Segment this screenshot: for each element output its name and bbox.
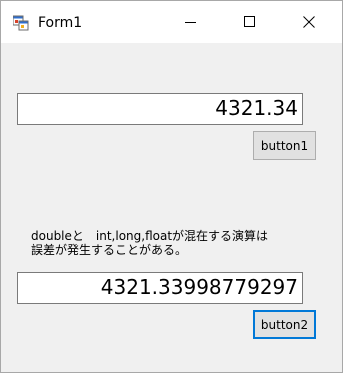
form1-window: Form1 4321.34 button1 doubleと int,long,f…	[0, 0, 343, 373]
description-label: doubleと int,long,floatが混在する演算は 誤差が発生すること…	[31, 229, 269, 257]
window-title: Form1	[38, 15, 83, 31]
textbox1[interactable]: 4321.34	[17, 93, 303, 125]
maximize-icon	[244, 13, 256, 32]
title-bar[interactable]: Form1	[1, 1, 342, 43]
close-button[interactable]	[286, 1, 332, 43]
minimize-icon	[185, 13, 197, 32]
close-icon	[303, 13, 315, 32]
winforms-app-icon	[12, 15, 29, 31]
button2[interactable]: button2	[253, 310, 316, 339]
button1[interactable]: button1	[253, 131, 316, 160]
minimize-button[interactable]	[168, 1, 214, 43]
textbox2[interactable]: 4321.33998779297	[17, 272, 303, 304]
maximize-button[interactable]	[227, 1, 273, 43]
